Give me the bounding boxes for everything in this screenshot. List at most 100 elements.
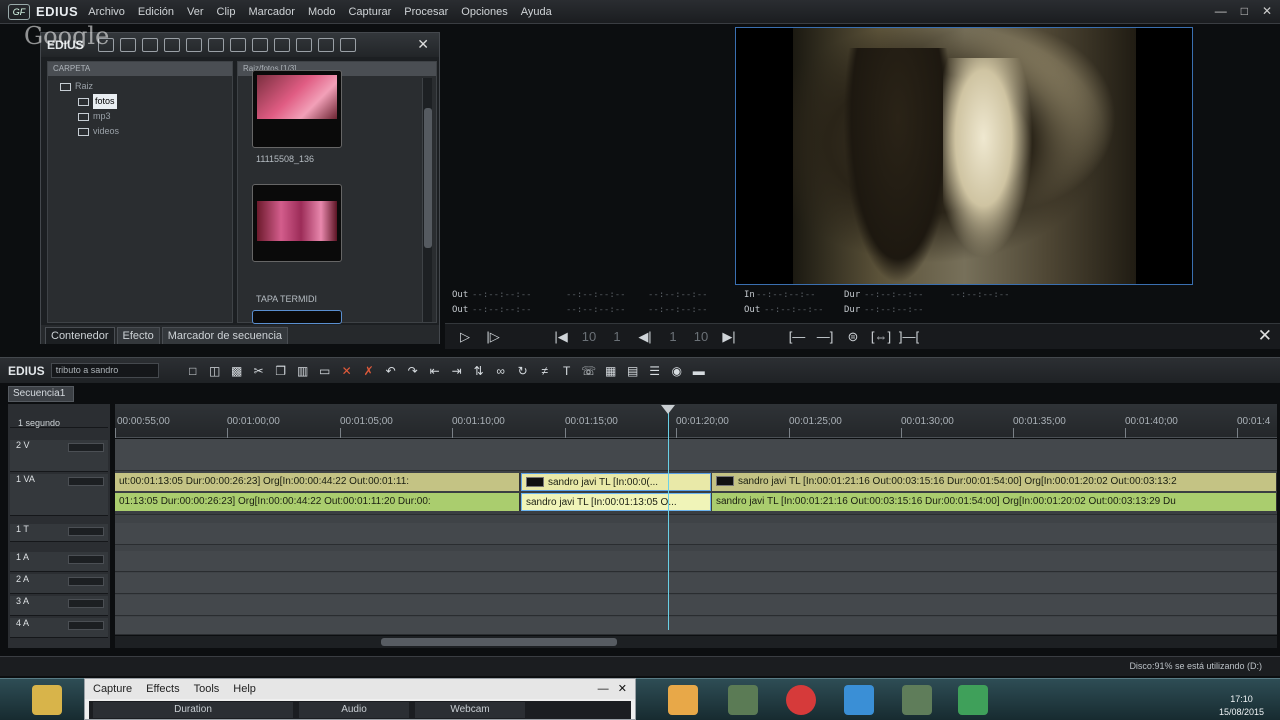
audio-clip[interactable]: sandro javi TL [In:00:01:21:16 Out:00:03… [712, 493, 1277, 511]
menu-marcador[interactable]: Marcador [248, 6, 294, 18]
replace-clip-icon[interactable]: ▭ [317, 364, 333, 378]
step-back-icon[interactable]: |◀ [549, 327, 573, 347]
tab-audio[interactable]: Audio [299, 702, 409, 718]
mark-out-icon[interactable]: —] [813, 327, 837, 347]
open-folder-icon[interactable] [163, 38, 180, 52]
search-icon[interactable] [119, 38, 136, 52]
tree-item-fotos[interactable]: fotos [60, 94, 232, 109]
jog-back-1[interactable]: 1 [605, 329, 629, 344]
overwrite-icon[interactable]: [⇔] [869, 327, 893, 347]
playhead-handle[interactable] [661, 405, 675, 414]
copy-icon[interactable]: ❐ [273, 364, 289, 378]
track-1va[interactable]: 1 VA [10, 474, 108, 516]
save-icon[interactable]: ▩ [229, 364, 245, 378]
delete-icon[interactable]: ✕ [339, 364, 355, 378]
tab-contenedor[interactable]: Contenedor [45, 327, 115, 344]
lane-3a[interactable] [115, 595, 1277, 616]
undo-icon[interactable]: ↶ [383, 364, 399, 378]
redo-icon[interactable]: ↷ [405, 364, 421, 378]
list-icon[interactable] [339, 38, 356, 52]
cut-icon[interactable]: ✂ [251, 364, 267, 378]
track-4a[interactable]: 4 A [10, 618, 108, 638]
title-icon[interactable] [185, 38, 202, 52]
menu-modo[interactable]: Modo [308, 6, 336, 18]
menu-edicion[interactable]: Edición [138, 6, 174, 18]
tab-webcam[interactable]: Webcam [415, 702, 525, 718]
video-clip[interactable]: ut:00:01:13:05 Dur:00:00:26:23] Org[In:0… [115, 473, 520, 491]
stop-app-icon[interactable] [786, 685, 816, 715]
voice-over-icon[interactable]: ☏ [581, 364, 597, 378]
copy-icon[interactable] [251, 38, 268, 52]
tree-item-mp3[interactable]: mp3 [60, 109, 232, 124]
menu-procesar[interactable]: Procesar [404, 6, 448, 18]
clip-pane-scrollbar[interactable] [422, 78, 432, 322]
bin-close-icon[interactable]: ✕ [417, 36, 429, 53]
scale-control[interactable]: 1 segundo [10, 404, 108, 428]
explorer-icon[interactable] [32, 685, 62, 715]
tab-efecto[interactable]: Efecto [116, 327, 160, 344]
track-1a[interactable]: 1 A [10, 552, 108, 572]
tab-duration[interactable]: Duration [93, 702, 293, 718]
clip-thumbnail[interactable] [252, 184, 342, 262]
close-icon[interactable]: ✕ [618, 683, 627, 695]
audio-clip-selected[interactable]: sandro javi TL [In:00:01:13:05 O... [521, 493, 711, 511]
menu-effects[interactable]: Effects [146, 683, 179, 695]
track-toggle[interactable] [68, 477, 104, 486]
marker-icon[interactable]: ▤ [625, 364, 641, 378]
maximize-icon[interactable]: □ [1241, 4, 1248, 18]
add-clip-icon[interactable] [207, 38, 224, 52]
settings-icon[interactable]: ▬ [691, 364, 707, 378]
audio-clip[interactable]: 01:13:05 Dur:00:00:26:23] Org[In:00:00:4… [115, 493, 520, 511]
menu-help[interactable]: Help [233, 683, 256, 695]
title-icon[interactable]: T [559, 364, 575, 378]
close-icon[interactable]: ✕ [1262, 4, 1272, 18]
edius-taskbar-icon[interactable] [958, 685, 988, 715]
teamviewer-icon[interactable] [844, 685, 874, 715]
media-player-icon[interactable] [668, 685, 698, 715]
tab-sequence[interactable]: Secuencia1 [8, 386, 74, 402]
lane-1a[interactable] [115, 551, 1277, 572]
clip-thumbnail[interactable] [252, 70, 342, 148]
video-clip[interactable]: sandro javi TL [In:00:01:21:16 Out:00:03… [712, 473, 1277, 491]
lane-2a[interactable] [115, 573, 1277, 594]
clock[interactable]: 17:10 15/08/2015 [1219, 693, 1264, 719]
jog-fwd-1[interactable]: 1 [661, 329, 685, 344]
track-toggle[interactable] [68, 577, 104, 586]
project-name-field[interactable]: tributo a sandro [50, 363, 159, 378]
set-out-icon[interactable]: ⇥ [449, 364, 465, 378]
track-toggle[interactable] [68, 599, 104, 608]
clip-thumbnail[interactable] [252, 310, 342, 324]
scrollbar-thumb[interactable] [381, 638, 617, 646]
view-icon[interactable] [317, 38, 334, 52]
track-2a[interactable]: 2 A [10, 574, 108, 594]
menu-ver[interactable]: Ver [187, 6, 204, 18]
timeline-ruler[interactable]: 00:00:55;00 00:01:00;00 00:01:05;00 00:0… [115, 404, 1277, 438]
link-icon[interactable]: ∞ [493, 364, 509, 378]
tree-root[interactable]: Raiz [60, 79, 232, 94]
preview-close-icon[interactable]: ✕ [1258, 326, 1272, 346]
lane-1t[interactable] [115, 523, 1277, 545]
tree-item-videos[interactable]: videos [60, 124, 232, 139]
lane-2v[interactable] [115, 439, 1277, 471]
menu-capture[interactable]: Capture [93, 683, 132, 695]
jog-back-10[interactable]: 10 [577, 329, 601, 344]
replace-icon[interactable]: ]—[ [897, 327, 921, 347]
track-toggle[interactable] [68, 555, 104, 564]
lane-1va[interactable]: ut:00:01:13:05 Dur:00:00:26:23] Org[In:0… [115, 473, 1277, 515]
timeline-scrollbar[interactable] [115, 636, 1277, 648]
video-clip-selected[interactable]: sandro javi TL [In:00:0(... [521, 473, 711, 491]
track-1t[interactable]: 1 T [10, 524, 108, 542]
ripple-delete-icon[interactable]: ✗ [361, 364, 377, 378]
scrollbar-thumb[interactable] [424, 108, 432, 248]
playhead[interactable] [661, 405, 675, 630]
set-in-icon[interactable]: ⇤ [427, 364, 443, 378]
open-project-icon[interactable]: ◫ [207, 364, 223, 378]
lane-4a[interactable] [115, 617, 1277, 635]
new-sequence-icon[interactable]: □ [185, 364, 201, 378]
text-icon[interactable] [141, 38, 158, 52]
render-icon[interactable]: ▦ [603, 364, 619, 378]
sync-lock-icon[interactable]: ≠ [537, 364, 553, 378]
step-forward-icon[interactable]: ▶| [717, 327, 741, 347]
clock-icon[interactable]: ◉ [669, 364, 685, 378]
track-3a[interactable]: 3 A [10, 596, 108, 616]
